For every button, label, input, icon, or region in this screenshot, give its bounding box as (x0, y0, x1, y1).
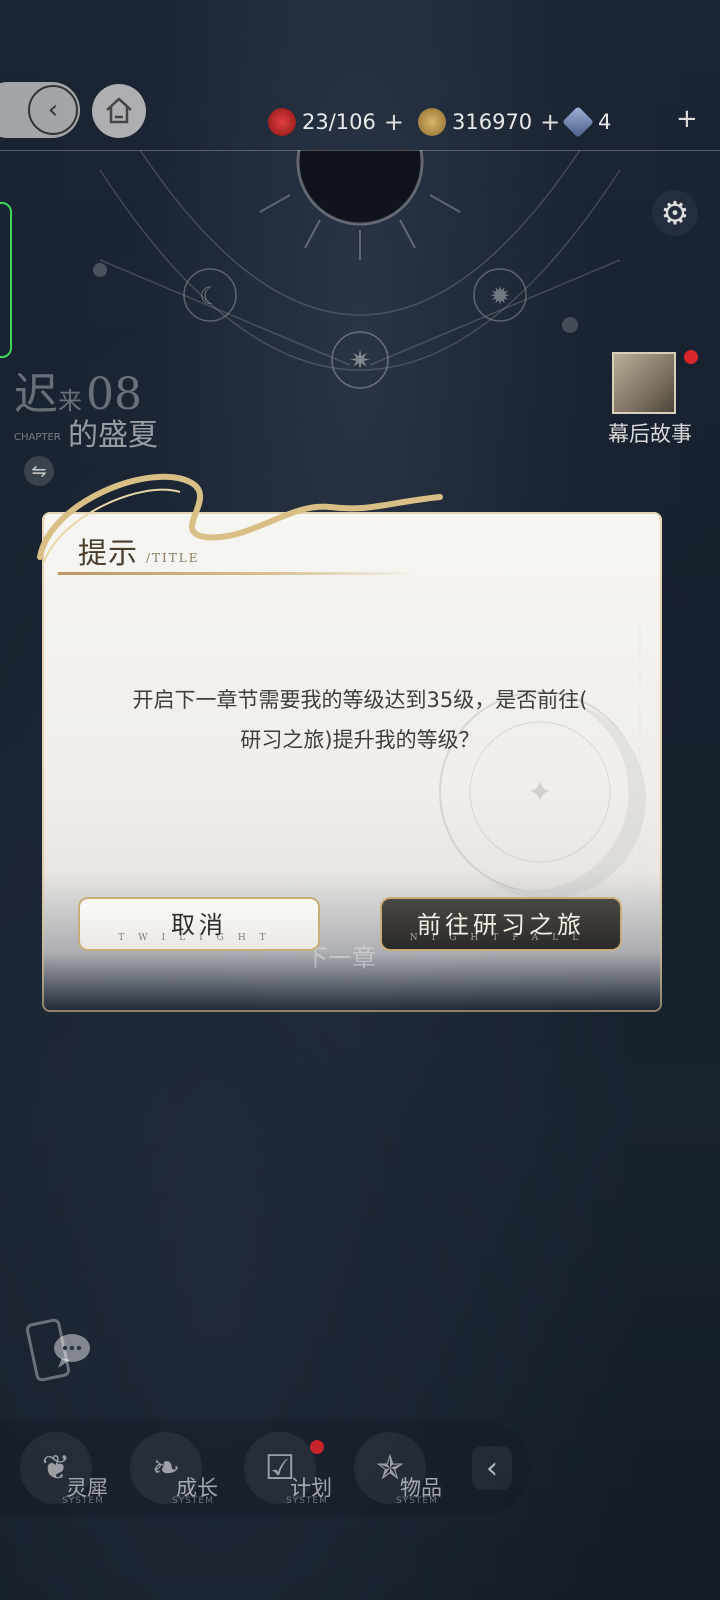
coin-counter[interactable]: 316970 + (418, 106, 560, 138)
home-button[interactable] (92, 84, 146, 138)
gem-plus-button[interactable]: + (676, 104, 698, 134)
nav-growth[interactable]: ❧ 成长 SYSTEM (124, 1430, 234, 1510)
dialog-title: 提示 (78, 536, 139, 570)
dialog-subtitle: /TITLE (146, 551, 200, 565)
coin-icon (418, 108, 446, 136)
stamina-icon (268, 108, 296, 136)
notification-dot (310, 1440, 324, 1454)
stamina-plus-button[interactable]: + (384, 108, 404, 136)
title-underline (58, 572, 418, 575)
chevron-left-icon[interactable]: ‹ (472, 1446, 512, 1490)
go-button-sublabel: NIGHTFALL (409, 933, 593, 943)
nav-sublabel: SYSTEM (172, 1496, 214, 1506)
nav-sublabel: SYSTEM (62, 1496, 104, 1506)
notification-dot (684, 350, 698, 364)
nav-sublabel: SYSTEM (286, 1496, 328, 1506)
back-icon[interactable]: ‹ (28, 85, 78, 135)
story-thumbnail[interactable] (612, 352, 676, 414)
phone-chat-icon[interactable] (26, 1312, 106, 1392)
gem-value: 4 (598, 110, 612, 134)
stamina-counter[interactable]: 23/106 + (268, 106, 404, 138)
coin-plus-button[interactable]: + (540, 108, 560, 136)
chapter-word: CHAPTER (14, 432, 61, 443)
cancel-button[interactable]: 取消 TWILIGHT (78, 897, 320, 951)
nav-plan[interactable]: ☑ 计划 SYSTEM (238, 1430, 348, 1510)
nav-sublabel: SYSTEM (396, 1496, 438, 1506)
stamina-value: 23/106 (302, 110, 376, 134)
chapter-title-char: 迟 (14, 369, 58, 420)
dialog-message-line-2: 研习之旅)提升我的等级？ (240, 728, 480, 752)
home-icon (106, 97, 132, 124)
cancel-button-sublabel: TWILIGHT (118, 933, 280, 943)
nav-lingxi[interactable]: ❦ 灵犀 SYSTEM (14, 1430, 124, 1510)
compass-decoration: ✦ (439, 612, 646, 932)
chapter-title: 的盛夏 (68, 418, 158, 453)
gem-icon (562, 106, 594, 138)
side-tab-highlight[interactable] (0, 202, 12, 358)
settings-icon[interactable]: ⚙ (652, 190, 698, 236)
dialog-message-line-1: 开启下一章节需要我的等级达到35级，是否前往( (132, 688, 588, 712)
coin-value: 316970 (452, 110, 533, 134)
dialog-message: 开启下一章节需要我的等级达到35级，是否前往( 研习之旅)提升我的等级？ (80, 680, 640, 760)
story-label[interactable]: 幕后故事 (608, 418, 692, 448)
svg-text:✦: ✦ (527, 775, 552, 810)
top-bar-divider (0, 150, 720, 151)
gem-counter[interactable]: 4 (562, 106, 612, 138)
go-study-journey-button[interactable]: 前往研习之旅 NIGHTFALL (380, 897, 622, 951)
nav-items[interactable]: ✯ 物品 SYSTEM (348, 1430, 458, 1510)
